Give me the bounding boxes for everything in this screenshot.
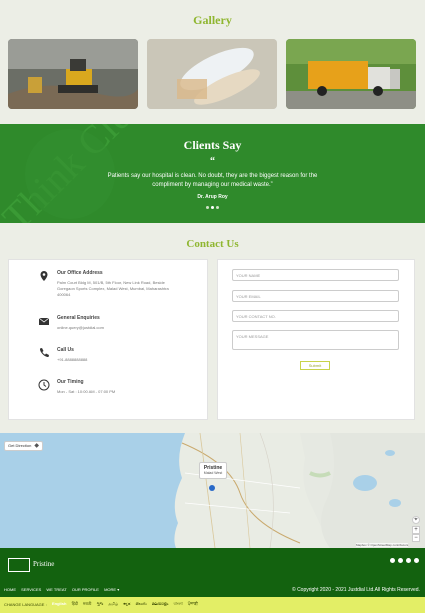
- testimonial-text: Patients say our hospital is clean. No d…: [107, 173, 318, 188]
- zoom-out-button[interactable]: −: [412, 534, 420, 542]
- slider-dot[interactable]: [206, 206, 209, 209]
- logo-mark-icon: [8, 558, 30, 572]
- language-option[interactable]: മലയാളം: [152, 601, 169, 606]
- diamond-direction-icon: ◆: [34, 443, 39, 449]
- contact-number-input[interactable]: YOUR CONTACT NO.: [232, 310, 399, 322]
- footer-logo[interactable]: Pristine: [8, 558, 68, 574]
- get-direction-label: Get Direction: [8, 443, 32, 448]
- language-option[interactable]: ਪੰਜਾਬੀ: [188, 601, 198, 606]
- language-option[interactable]: తెలుగు: [136, 601, 147, 606]
- gallery-section: Gallery: [0, 0, 425, 124]
- footer-nav-we-treat[interactable]: WE TREAT: [46, 587, 66, 592]
- slider-dot[interactable]: [216, 206, 219, 209]
- language-bar: CHANGE LANGUAGE : English हिंदी मराठी ગુ…: [0, 597, 425, 613]
- timing-label: Our Timing: [57, 379, 84, 385]
- email-input[interactable]: YOUR EMAIL: [232, 290, 399, 302]
- slider-dots: [0, 206, 425, 209]
- copyright-text: © Copyright 2020 - 2021 Justdial Ltd.All…: [292, 587, 420, 593]
- contact-title: Contact Us: [186, 238, 239, 250]
- testimonial-author: Dr. Arup Roy: [197, 194, 228, 200]
- map-section[interactable]: Get Direction ◆: [0, 433, 425, 548]
- change-language-label: CHANGE LANGUAGE :: [4, 602, 47, 607]
- map-attribution[interactable]: Mapbox © OpenStreetMap contributors: [356, 543, 409, 547]
- timing-value: Mon - Sat : 10:00 AM - 07:00 PM: [57, 389, 116, 394]
- instagram-icon[interactable]: [414, 558, 419, 563]
- name-input[interactable]: YOUR NAME: [232, 269, 399, 281]
- office-value: Palm Court Bldg M, 501/B, 5th Floor, New…: [57, 280, 169, 297]
- office-label: Our Office Address: [57, 270, 103, 276]
- gallery-image-bulldozer[interactable]: [8, 39, 138, 109]
- gallery-image-vials[interactable]: [147, 39, 277, 109]
- language-option-active[interactable]: English: [52, 601, 66, 606]
- footer-nav-services[interactable]: SERVICES: [21, 587, 41, 592]
- get-direction-button[interactable]: Get Direction ◆: [4, 441, 43, 451]
- facebook-icon[interactable]: [390, 558, 395, 563]
- footer-nav-more[interactable]: MORE ▾: [104, 587, 119, 592]
- twitter-icon[interactable]: [398, 558, 403, 563]
- call-value[interactable]: +91-8888888888: [57, 357, 177, 363]
- language-option[interactable]: தமிழ்: [108, 601, 118, 606]
- envelope-icon: [38, 317, 50, 325]
- enquiries-value[interactable]: online.query@justdial.com: [57, 325, 177, 331]
- map-marker-icon[interactable]: [209, 485, 215, 491]
- clients-say-section: Think Clean Clients Say “ Patients say o…: [0, 124, 425, 223]
- phone-icon: [39, 348, 49, 358]
- quote-mark: “: [210, 156, 215, 167]
- language-option[interactable]: বাংলা: [173, 601, 182, 606]
- location-pin-icon: [40, 271, 48, 281]
- clock-icon: [38, 379, 50, 391]
- footer-nav: HOME SERVICES WE TREAT OUR PROFILE MORE …: [4, 587, 123, 592]
- gallery-image-truck[interactable]: [286, 39, 416, 109]
- enquiries-label: General Enquiries: [57, 315, 100, 321]
- map-pin-subtitle: Malad West: [203, 471, 223, 475]
- call-label: Call Us: [57, 347, 74, 353]
- compass-icon[interactable]: ⌖: [412, 516, 420, 524]
- language-option[interactable]: मराठी: [83, 601, 91, 606]
- footer-nav-our-profile[interactable]: OUR PROFILE: [72, 587, 99, 592]
- map-canvas[interactable]: [0, 433, 425, 548]
- language-option[interactable]: ગુજ: [97, 601, 104, 606]
- clients-title: Clients Say: [183, 138, 242, 152]
- zoom-in-button[interactable]: +: [412, 526, 420, 534]
- footer-nav-home[interactable]: HOME: [4, 587, 16, 592]
- language-option[interactable]: ಕನ್ನಡ: [123, 601, 130, 606]
- message-textarea[interactable]: YOUR MESSAGE: [232, 330, 399, 350]
- gallery-title: Gallery: [193, 13, 232, 27]
- map-pin-label: Pristine Malad West: [199, 462, 227, 479]
- youtube-icon[interactable]: [406, 558, 411, 563]
- footer-brand-name: Pristine: [33, 560, 55, 568]
- submit-button[interactable]: Submit: [300, 361, 330, 370]
- language-list: English हिंदी मराठी ગુજ தமிழ் ಕನ್ನಡ తెలు…: [52, 601, 202, 608]
- language-option[interactable]: हिंदी: [72, 601, 78, 606]
- slider-dot-active[interactable]: [211, 206, 214, 209]
